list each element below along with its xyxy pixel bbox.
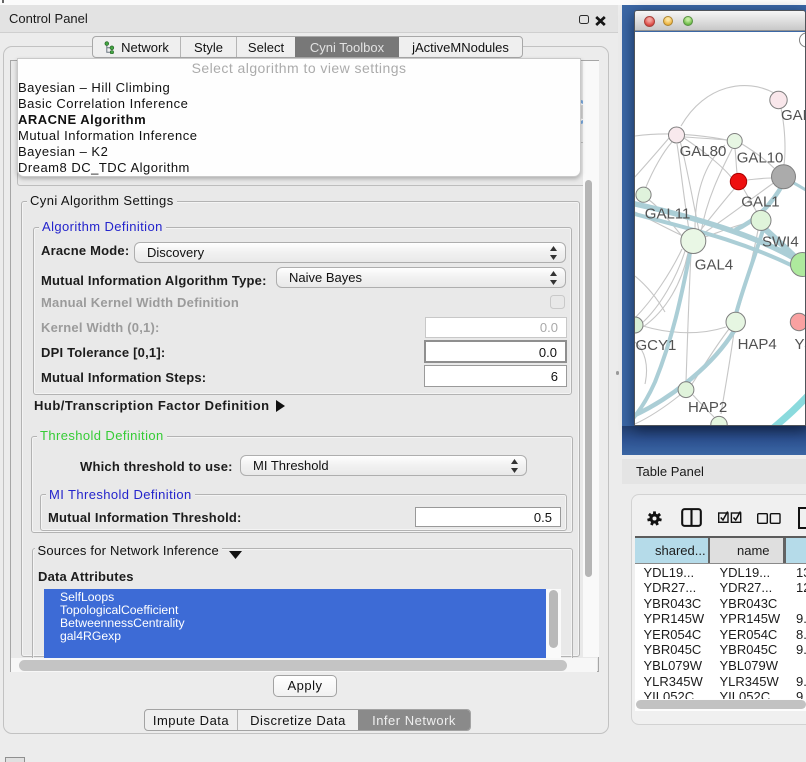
- svg-text:GAL11: GAL11: [645, 206, 691, 223]
- svg-text:GAL1: GAL1: [741, 194, 779, 211]
- svg-text:GAL7: GAL7: [781, 107, 805, 124]
- svg-text:GAL80: GAL80: [680, 143, 727, 160]
- svg-text:YJ: YJ: [795, 336, 806, 353]
- svg-text:GAL10: GAL10: [737, 150, 784, 167]
- svg-text:HAP2: HAP2: [688, 399, 727, 416]
- svg-text:SWI4: SWI4: [762, 234, 799, 251]
- svg-text:GAL4: GAL4: [695, 257, 733, 274]
- svg-text:GCY1: GCY1: [636, 337, 677, 354]
- svg-text:HAP4: HAP4: [738, 336, 777, 353]
